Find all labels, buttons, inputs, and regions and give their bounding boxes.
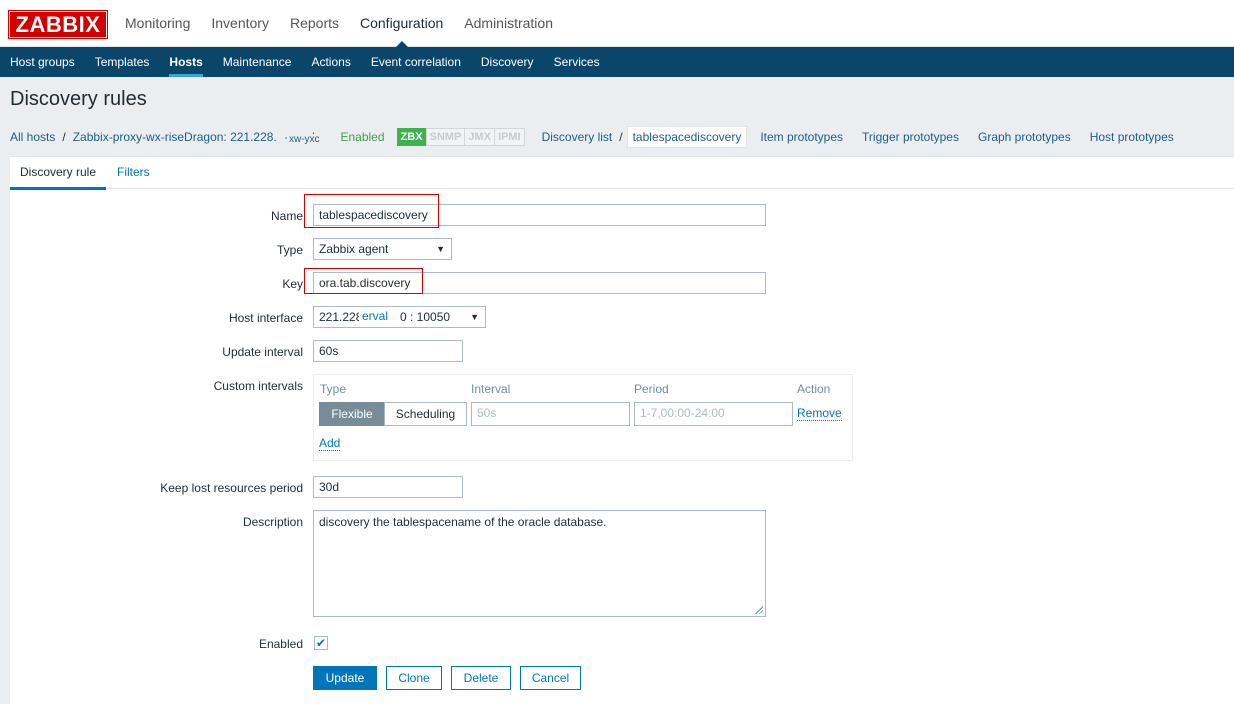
tab-filters[interactable]: Filters [107, 157, 160, 187]
update-interval-label: Update interval [222, 345, 303, 359]
cancel-button[interactable]: Cancel [520, 666, 581, 690]
breadcrumb-discovery-list[interactable]: Discovery list [542, 130, 613, 144]
update-interval-input[interactable]: 60s [313, 340, 463, 362]
host-interface-select[interactable]: 221.228 0 : 10050 [313, 306, 486, 328]
breadcrumb-separator: / [619, 130, 623, 144]
main-menu-reports[interactable]: Reports [290, 0, 339, 47]
top-bar: ZABBIX Monitoring Inventory Reports Conf… [0, 0, 1234, 47]
sub-menu-event-correlation[interactable]: Event correlation [371, 47, 461, 77]
ci-header-action: Action [797, 382, 831, 396]
breadcrumb-host-overlay: xw-yxc [287, 134, 322, 145]
form-panel: Discovery rule Filters Name tablespacedi… [10, 156, 1234, 704]
tab-bar: Discovery rule Filters [10, 157, 1234, 190]
zbx-availability-badge: ZBX [396, 128, 427, 146]
breadcrumb-separator: / [62, 130, 66, 144]
ci-interval-input[interactable]: 50s [471, 402, 630, 426]
ci-interval-placeholder: 50s [477, 406, 497, 420]
clone-button[interactable]: Clone [386, 666, 442, 690]
breadcrumb-host-name: Zabbix-proxy-wx-riseDragon: 221.228. [72, 130, 277, 144]
sub-menu-host-groups[interactable]: Host groups [10, 47, 75, 77]
ci-header-period: Period [634, 382, 669, 396]
breadcrumb-host[interactable]: Zabbix-proxy-wx-riseDragon: 221.228.-ora… [73, 130, 322, 144]
tab-discovery-rule[interactable]: Discovery rule [10, 157, 107, 190]
enabled-checkbox[interactable]: ✔ [314, 636, 328, 650]
availability-indicators: ZBX SNMP JMX IPMI [396, 128, 525, 146]
ci-header-type: Type [320, 382, 347, 396]
description-label: Description [242, 515, 303, 529]
host-interface-value-end: 0 : 10050 [400, 310, 451, 324]
ci-scheduling-toggle[interactable]: Scheduling [384, 402, 467, 426]
snmp-availability-badge: SNMP [425, 128, 466, 146]
nav-trigger-prototypes[interactable]: Trigger prototypes [862, 130, 959, 144]
type-select-value: Zabbix agent [319, 242, 389, 256]
host-interface-value-start: 221.228 [319, 310, 363, 324]
nav-host-prototypes[interactable]: Host prototypes [1090, 130, 1174, 144]
highlight-box [304, 194, 439, 228]
main-menu-configuration[interactable]: Configuration [360, 0, 443, 47]
enabled-label: Enabled [258, 637, 303, 651]
sub-menu-maintenance[interactable]: Maintenance [223, 47, 292, 77]
custom-intervals-table: Type Interval Period Action Flexible Sch… [313, 374, 853, 461]
sub-menu-templates[interactable]: Templates [95, 47, 150, 77]
main-menu-administration[interactable]: Administration [464, 0, 553, 47]
name-label: Name [270, 209, 303, 223]
breadcrumb-current-rule: tablespacediscovery [626, 126, 748, 148]
highlight-box [304, 268, 423, 294]
nav-item-prototypes[interactable]: Item prototypes [760, 130, 843, 144]
sub-menu: Host groups Templates Hosts Maintenance … [0, 47, 1234, 77]
custom-intervals-label: Custom intervals [213, 379, 303, 393]
main-menu-monitoring[interactable]: Monitoring [125, 0, 190, 47]
type-label: Type [276, 243, 303, 257]
nav-graph-prototypes[interactable]: Graph prototypes [978, 130, 1071, 144]
type-select[interactable]: Zabbix agent [313, 238, 452, 260]
ci-header-interval: Interval [471, 382, 511, 396]
sub-menu-hosts[interactable]: Hosts [169, 47, 204, 77]
key-label: Key [282, 277, 303, 291]
main-menu-inventory[interactable]: Inventory [211, 0, 269, 47]
ipmi-availability-badge: IPMI [493, 128, 525, 146]
tooltip-fragment: erval [359, 309, 392, 323]
jmx-availability-badge: JMX [464, 128, 495, 146]
zabbix-logo[interactable]: ZABBIX [9, 11, 107, 38]
description-textarea[interactable]: discovery the tablespacename of the orac… [313, 510, 766, 617]
description-text: discovery the tablespacename of the orac… [319, 515, 607, 529]
main-menu: Monitoring Inventory Reports Configurati… [125, 0, 574, 47]
host-interface-label: Host interface [228, 311, 303, 325]
breadcrumb-all-hosts[interactable]: All hosts [10, 130, 55, 144]
resize-grip-icon[interactable] [755, 606, 763, 614]
sub-menu-discovery[interactable]: Discovery [481, 47, 534, 77]
keep-lost-label: Keep lost resources period [160, 481, 303, 495]
delete-button[interactable]: Delete [451, 666, 511, 690]
ci-flexible-toggle[interactable]: Flexible [319, 402, 385, 426]
breadcrumb: All hosts / Zabbix-proxy-wx-riseDragon: … [10, 125, 1193, 149]
ci-remove-link[interactable]: Remove [797, 406, 842, 421]
page-title: Discovery rules [10, 88, 147, 110]
sub-menu-actions[interactable]: Actions [311, 47, 350, 77]
host-status-enabled[interactable]: Enabled [340, 130, 384, 144]
ci-period-placeholder: 1-7,00:00-24:00 [640, 406, 725, 420]
update-button[interactable]: Update [313, 666, 377, 690]
sub-menu-services[interactable]: Services [554, 47, 600, 77]
checkmark-icon: ✔ [315, 636, 327, 650]
keep-lost-input[interactable]: 30d [313, 476, 463, 498]
ci-add-link[interactable]: Add [319, 436, 341, 451]
ci-period-input[interactable]: 1-7,00:00-24:00 [634, 402, 793, 426]
